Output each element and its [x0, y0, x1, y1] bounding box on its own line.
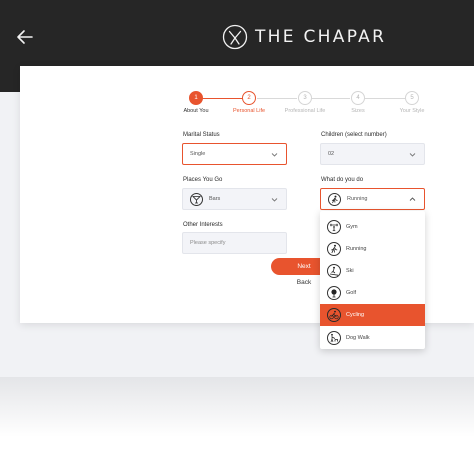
step-sizes[interactable]: 4 Sizes [328, 91, 388, 114]
golf-icon [327, 286, 341, 300]
skier-icon [327, 264, 341, 278]
step-label: Your Style [399, 108, 425, 114]
marital-status-value: Single [190, 151, 206, 157]
other-interests-label: Other Interests [183, 222, 223, 228]
chevron-down-icon [271, 153, 278, 157]
step-personal-life[interactable]: 2 Personal Life [219, 91, 279, 114]
chevron-down-icon [271, 198, 278, 202]
step-label: Sizes [351, 108, 365, 114]
step-about-you[interactable]: 1 About You [166, 91, 226, 114]
dropdown-option-gym[interactable]: Gym [320, 216, 425, 238]
floor-shadow [0, 377, 474, 437]
activity-dropdown: Gym Running Ski Golf Cycling Dog Walk [320, 211, 425, 349]
runner-icon [327, 242, 341, 256]
children-select[interactable]: 02 [320, 143, 425, 165]
cyclist-icon [327, 308, 341, 322]
step-professional-life[interactable]: 3 Professional Life [275, 91, 335, 114]
arrow-left-icon[interactable] [14, 26, 36, 48]
other-interests-input[interactable] [190, 240, 280, 246]
activity-select[interactable]: Running [320, 188, 425, 210]
dropdown-option-golf[interactable]: Golf [320, 282, 425, 304]
progress-stepper: 1 About You 2 Personal Life 3 Profession… [172, 91, 432, 119]
activity-value: Running [347, 196, 368, 202]
dropdown-option-dog-walk[interactable]: Dog Walk [320, 327, 425, 349]
step-your-style[interactable]: 5 Your Style [382, 91, 442, 114]
activity-label: What do you do [321, 177, 364, 183]
chapar-logo-icon [222, 24, 248, 50]
dropdown-option-running[interactable]: Running [320, 238, 425, 260]
places-select[interactable]: Bars [182, 188, 287, 210]
step-number: 2 [242, 91, 256, 105]
back-button[interactable]: Back [289, 279, 319, 286]
marital-status-label: Marital Status [183, 132, 220, 138]
step-number: 1 [189, 91, 203, 105]
marital-status-select[interactable]: Single [182, 143, 287, 165]
step-number: 5 [405, 91, 419, 105]
dropdown-option-label: Golf [346, 290, 357, 296]
dropdown-option-label: Cycling [346, 312, 365, 318]
places-value: Bars [209, 196, 221, 202]
children-value: 02 [328, 151, 335, 157]
step-label: Professional Life [284, 108, 326, 114]
dropdown-option-label: Running [346, 246, 367, 252]
cocktail-glass-icon [190, 192, 203, 206]
runner-icon [328, 192, 341, 206]
weightlifting-icon [327, 220, 341, 234]
step-label: Personal Life [232, 108, 266, 114]
dropdown-option-ski[interactable]: Ski [320, 260, 425, 282]
step-number: 4 [351, 91, 365, 105]
places-label: Places You Go [183, 177, 223, 183]
dropdown-option-label: Dog Walk [346, 335, 370, 341]
brand[interactable]: THE CHAPAR [222, 22, 386, 52]
step-number: 3 [298, 91, 312, 105]
dropdown-option-label: Ski [346, 268, 354, 274]
chevron-up-icon [409, 197, 416, 201]
chevron-down-icon [409, 153, 416, 157]
dropdown-option-label: Gym [346, 224, 358, 230]
dropdown-option-cycling[interactable]: Cycling [320, 304, 425, 326]
step-label: About You [183, 108, 209, 114]
other-interests-field[interactable] [182, 232, 287, 254]
children-label: Children (select number) [321, 132, 387, 138]
brand-name: THE CHAPAR [255, 27, 387, 47]
dog-walk-icon [327, 331, 341, 345]
